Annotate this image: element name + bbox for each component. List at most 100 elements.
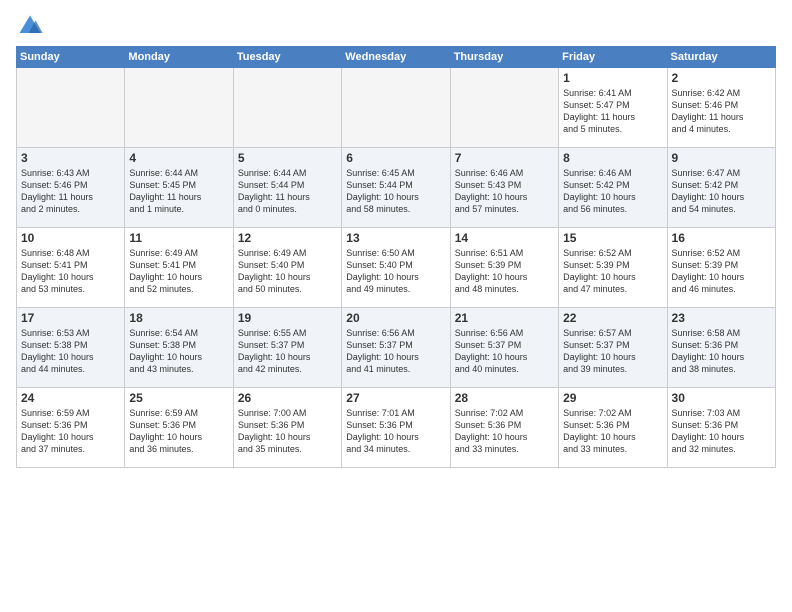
calendar-cell bbox=[342, 68, 450, 148]
weekday-header-thursday: Thursday bbox=[450, 47, 558, 68]
calendar-cell: 13 Sunrise: 6:50 AM Sunset: 5:40 PM Dayli… bbox=[342, 228, 450, 308]
day-info: Sunrise: 6:53 AM Sunset: 5:38 PM Dayligh… bbox=[21, 327, 120, 376]
day-number: 10 bbox=[21, 231, 120, 245]
calendar-cell: 17 Sunrise: 6:53 AM Sunset: 5:38 PM Dayli… bbox=[17, 308, 125, 388]
day-info: Sunrise: 6:51 AM Sunset: 5:39 PM Dayligh… bbox=[455, 247, 554, 296]
calendar-cell: 26Sunrise: 7:00 AM Sunset: 5:36 PM Dayli… bbox=[233, 388, 341, 468]
day-info: Sunrise: 6:55 AM Sunset: 5:37 PM Dayligh… bbox=[238, 327, 337, 376]
day-info: Sunrise: 6:41 AM Sunset: 5:47 PM Dayligh… bbox=[563, 87, 662, 136]
day-number: 14 bbox=[455, 231, 554, 245]
day-info: Sunrise: 6:58 AM Sunset: 5:36 PM Dayligh… bbox=[672, 327, 771, 376]
day-info: Sunrise: 6:42 AM Sunset: 5:46 PM Dayligh… bbox=[672, 87, 771, 136]
weekday-header-sunday: Sunday bbox=[17, 47, 125, 68]
weekday-header-row: SundayMondayTuesdayWednesdayThursdayFrid… bbox=[17, 47, 776, 68]
day-info: Sunrise: 6:50 AM Sunset: 5:40 PM Dayligh… bbox=[346, 247, 445, 296]
day-info: Sunrise: 6:46 AM Sunset: 5:43 PM Dayligh… bbox=[455, 167, 554, 216]
header bbox=[16, 12, 776, 40]
calendar-cell: 10 Sunrise: 6:48 AM Sunset: 5:41 PM Dayli… bbox=[17, 228, 125, 308]
calendar-week-3: 17 Sunrise: 6:53 AM Sunset: 5:38 PM Dayli… bbox=[17, 308, 776, 388]
weekday-header-saturday: Saturday bbox=[667, 47, 775, 68]
day-number: 21 bbox=[455, 311, 554, 325]
calendar-cell: 27Sunrise: 7:01 AM Sunset: 5:36 PM Dayli… bbox=[342, 388, 450, 468]
calendar-cell bbox=[125, 68, 233, 148]
calendar-cell: 8 Sunrise: 6:46 AM Sunset: 5:42 PM Daylig… bbox=[559, 148, 667, 228]
weekday-header-monday: Monday bbox=[125, 47, 233, 68]
calendar-cell: 3Sunrise: 6:43 AM Sunset: 5:46 PM Daylig… bbox=[17, 148, 125, 228]
day-info: Sunrise: 6:48 AM Sunset: 5:41 PM Dayligh… bbox=[21, 247, 120, 296]
day-info: Sunrise: 6:52 AM Sunset: 5:39 PM Dayligh… bbox=[563, 247, 662, 296]
calendar-week-1: 3Sunrise: 6:43 AM Sunset: 5:46 PM Daylig… bbox=[17, 148, 776, 228]
day-info: Sunrise: 6:54 AM Sunset: 5:38 PM Dayligh… bbox=[129, 327, 228, 376]
logo-icon bbox=[16, 12, 44, 40]
calendar-cell: 23 Sunrise: 6:58 AM Sunset: 5:36 PM Dayli… bbox=[667, 308, 775, 388]
day-number: 20 bbox=[346, 311, 445, 325]
calendar-cell bbox=[450, 68, 558, 148]
day-info: Sunrise: 6:47 AM Sunset: 5:42 PM Dayligh… bbox=[672, 167, 771, 216]
day-info: Sunrise: 7:00 AM Sunset: 5:36 PM Dayligh… bbox=[238, 407, 337, 456]
day-number: 15 bbox=[563, 231, 662, 245]
day-number: 30 bbox=[672, 391, 771, 405]
day-number: 8 bbox=[563, 151, 662, 165]
day-number: 7 bbox=[455, 151, 554, 165]
day-number: 19 bbox=[238, 311, 337, 325]
day-number: 4 bbox=[129, 151, 228, 165]
calendar-week-4: 24 Sunrise: 6:59 AM Sunset: 5:36 PM Dayli… bbox=[17, 388, 776, 468]
calendar-cell: 6 Sunrise: 6:45 AM Sunset: 5:44 PM Daylig… bbox=[342, 148, 450, 228]
day-number: 17 bbox=[21, 311, 120, 325]
day-info: Sunrise: 6:49 AM Sunset: 5:41 PM Dayligh… bbox=[129, 247, 228, 296]
day-info: Sunrise: 7:02 AM Sunset: 5:36 PM Dayligh… bbox=[563, 407, 662, 456]
day-number: 13 bbox=[346, 231, 445, 245]
calendar-cell bbox=[233, 68, 341, 148]
calendar-cell: 2 Sunrise: 6:42 AM Sunset: 5:46 PM Daylig… bbox=[667, 68, 775, 148]
day-info: Sunrise: 7:02 AM Sunset: 5:36 PM Dayligh… bbox=[455, 407, 554, 456]
calendar-header: SundayMondayTuesdayWednesdayThursdayFrid… bbox=[17, 47, 776, 68]
calendar-cell: 11Sunrise: 6:49 AM Sunset: 5:41 PM Dayli… bbox=[125, 228, 233, 308]
weekday-header-tuesday: Tuesday bbox=[233, 47, 341, 68]
calendar-cell: 29 Sunrise: 7:02 AM Sunset: 5:36 PM Dayli… bbox=[559, 388, 667, 468]
day-number: 16 bbox=[672, 231, 771, 245]
calendar-cell: 18 Sunrise: 6:54 AM Sunset: 5:38 PM Dayli… bbox=[125, 308, 233, 388]
day-number: 18 bbox=[129, 311, 228, 325]
day-number: 5 bbox=[238, 151, 337, 165]
calendar-cell: 21 Sunrise: 6:56 AM Sunset: 5:37 PM Dayli… bbox=[450, 308, 558, 388]
day-info: Sunrise: 6:59 AM Sunset: 5:36 PM Dayligh… bbox=[21, 407, 120, 456]
calendar-body: 1Sunrise: 6:41 AM Sunset: 5:47 PM Daylig… bbox=[17, 68, 776, 468]
day-number: 29 bbox=[563, 391, 662, 405]
calendar-cell: 7 Sunrise: 6:46 AM Sunset: 5:43 PM Daylig… bbox=[450, 148, 558, 228]
weekday-header-friday: Friday bbox=[559, 47, 667, 68]
day-info: Sunrise: 6:57 AM Sunset: 5:37 PM Dayligh… bbox=[563, 327, 662, 376]
calendar-cell: 25Sunrise: 6:59 AM Sunset: 5:36 PM Dayli… bbox=[125, 388, 233, 468]
calendar-week-0: 1Sunrise: 6:41 AM Sunset: 5:47 PM Daylig… bbox=[17, 68, 776, 148]
calendar-cell: 9 Sunrise: 6:47 AM Sunset: 5:42 PM Daylig… bbox=[667, 148, 775, 228]
day-info: Sunrise: 6:46 AM Sunset: 5:42 PM Dayligh… bbox=[563, 167, 662, 216]
day-info: Sunrise: 7:03 AM Sunset: 5:36 PM Dayligh… bbox=[672, 407, 771, 456]
calendar-cell: 16 Sunrise: 6:52 AM Sunset: 5:39 PM Dayli… bbox=[667, 228, 775, 308]
day-info: Sunrise: 6:56 AM Sunset: 5:37 PM Dayligh… bbox=[346, 327, 445, 376]
day-number: 24 bbox=[21, 391, 120, 405]
day-number: 23 bbox=[672, 311, 771, 325]
calendar-cell: 15 Sunrise: 6:52 AM Sunset: 5:39 PM Dayli… bbox=[559, 228, 667, 308]
logo bbox=[16, 12, 48, 40]
calendar-cell: 12Sunrise: 6:49 AM Sunset: 5:40 PM Dayli… bbox=[233, 228, 341, 308]
day-info: Sunrise: 6:52 AM Sunset: 5:39 PM Dayligh… bbox=[672, 247, 771, 296]
calendar-cell bbox=[17, 68, 125, 148]
day-number: 9 bbox=[672, 151, 771, 165]
calendar-week-2: 10 Sunrise: 6:48 AM Sunset: 5:41 PM Dayli… bbox=[17, 228, 776, 308]
calendar-cell: 14 Sunrise: 6:51 AM Sunset: 5:39 PM Dayli… bbox=[450, 228, 558, 308]
calendar-cell: 1Sunrise: 6:41 AM Sunset: 5:47 PM Daylig… bbox=[559, 68, 667, 148]
calendar-cell: 5 Sunrise: 6:44 AM Sunset: 5:44 PM Daylig… bbox=[233, 148, 341, 228]
day-info: Sunrise: 6:44 AM Sunset: 5:45 PM Dayligh… bbox=[129, 167, 228, 216]
calendar-cell: 19 Sunrise: 6:55 AM Sunset: 5:37 PM Dayli… bbox=[233, 308, 341, 388]
page-container: SundayMondayTuesdayWednesdayThursdayFrid… bbox=[0, 0, 792, 476]
calendar-cell: 22Sunrise: 6:57 AM Sunset: 5:37 PM Dayli… bbox=[559, 308, 667, 388]
calendar-cell: 24 Sunrise: 6:59 AM Sunset: 5:36 PM Dayli… bbox=[17, 388, 125, 468]
day-info: Sunrise: 6:45 AM Sunset: 5:44 PM Dayligh… bbox=[346, 167, 445, 216]
day-info: Sunrise: 7:01 AM Sunset: 5:36 PM Dayligh… bbox=[346, 407, 445, 456]
day-info: Sunrise: 6:44 AM Sunset: 5:44 PM Dayligh… bbox=[238, 167, 337, 216]
day-info: Sunrise: 6:56 AM Sunset: 5:37 PM Dayligh… bbox=[455, 327, 554, 376]
calendar-cell: 20 Sunrise: 6:56 AM Sunset: 5:37 PM Dayli… bbox=[342, 308, 450, 388]
day-number: 12 bbox=[238, 231, 337, 245]
day-number: 6 bbox=[346, 151, 445, 165]
day-number: 28 bbox=[455, 391, 554, 405]
day-number: 2 bbox=[672, 71, 771, 85]
